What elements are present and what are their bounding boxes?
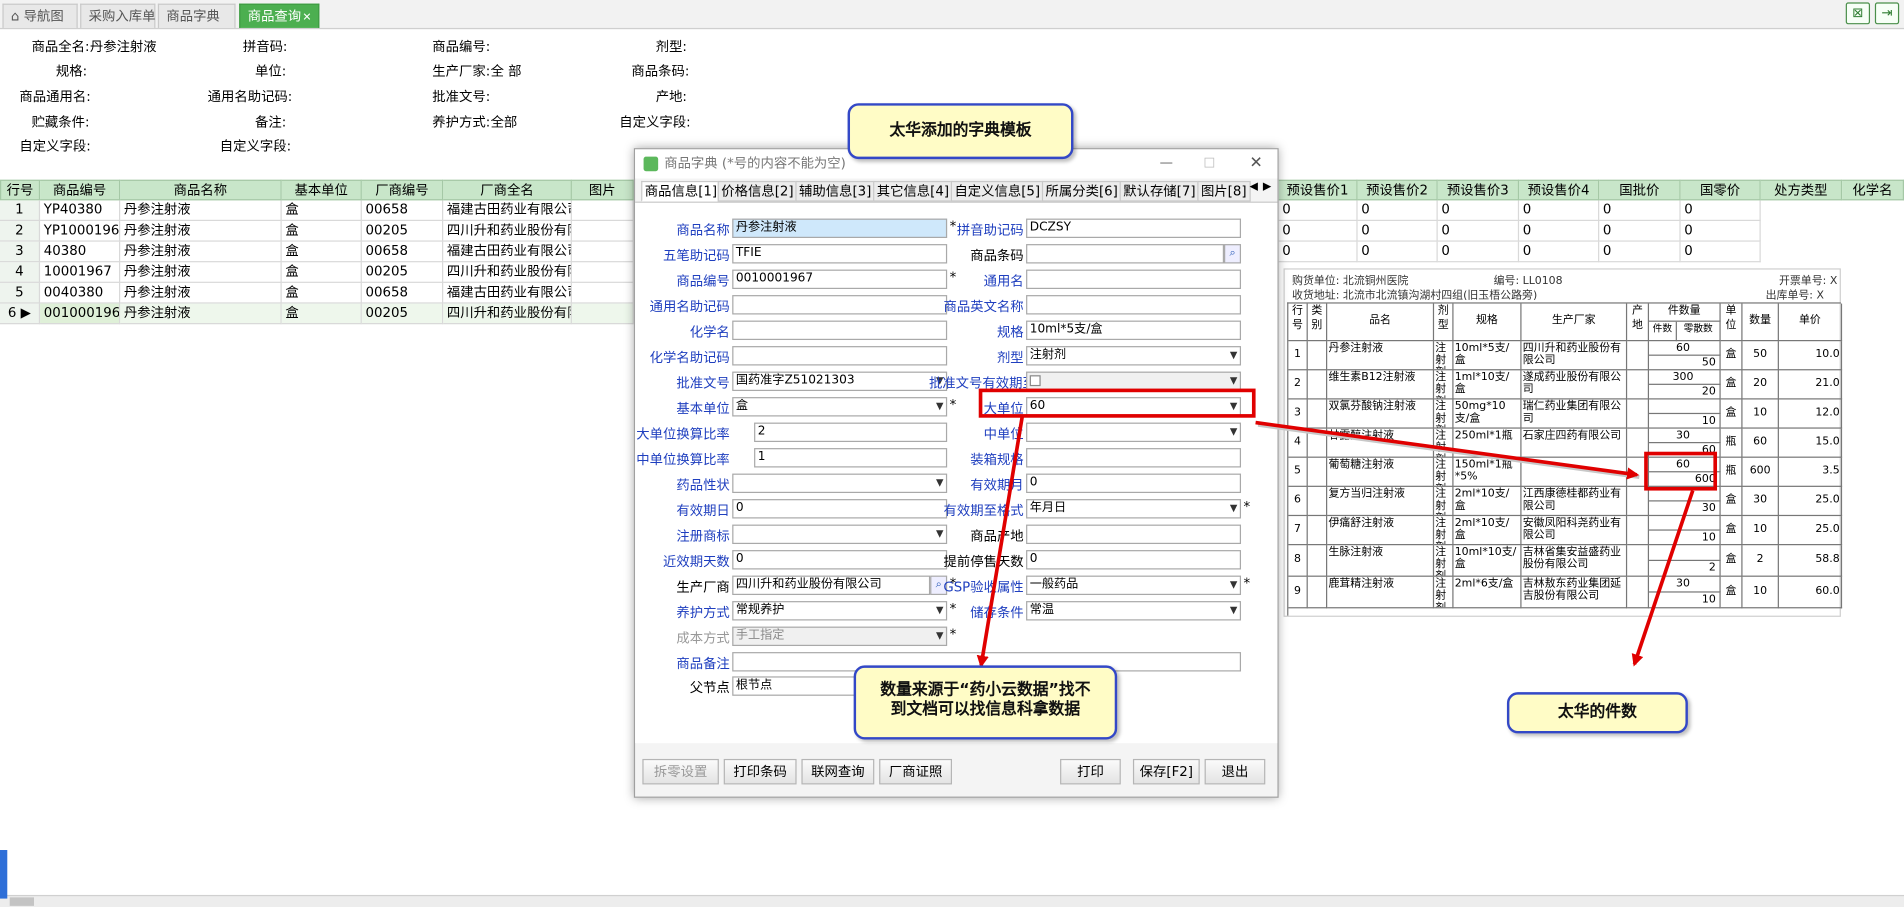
callout-qty-source: 数量来源于“药小云数据”找不到文档可以找信息科拿数据: [853, 665, 1118, 740]
horizontal-scrollbar[interactable]: [0, 894, 1904, 907]
callout-template: 太华添加的字典模板: [847, 103, 1074, 160]
arrow-to-pieces-label: [1631, 489, 1695, 667]
arrow-shadow: [1257, 423, 1640, 480]
callout-pieces: 太华的件数: [1506, 692, 1688, 734]
left-edge-indicator: [0, 850, 8, 899]
arrow-to-pieces: [1255, 420, 1640, 480]
scroll-thumb[interactable]: [9, 897, 35, 906]
arrow-to-note: [976, 414, 1025, 668]
